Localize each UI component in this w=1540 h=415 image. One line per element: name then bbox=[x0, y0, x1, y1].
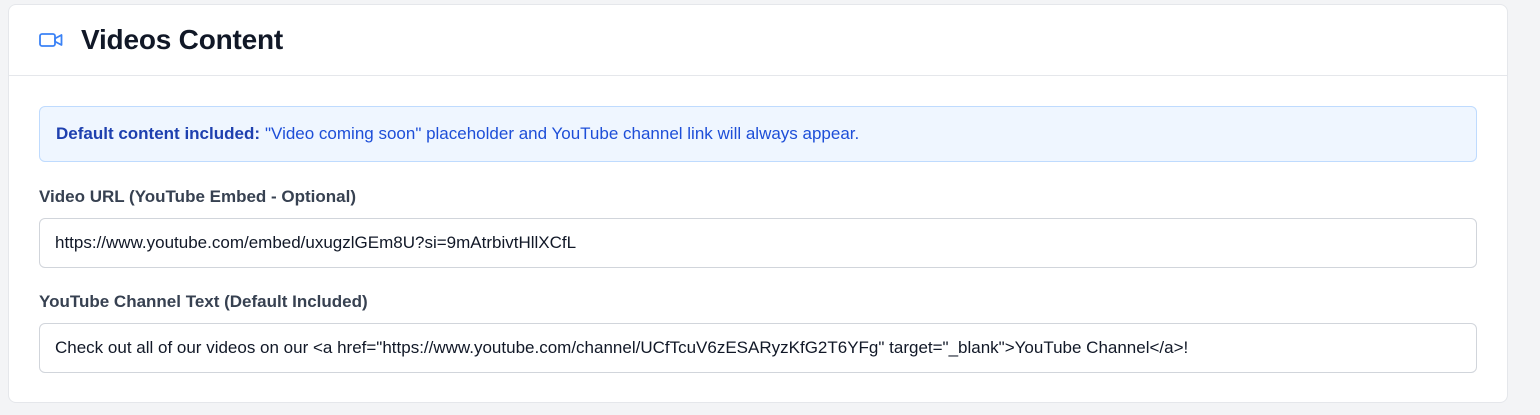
videos-content-card: Videos Content Default content included:… bbox=[8, 4, 1508, 403]
card-header: Videos Content bbox=[9, 5, 1507, 76]
card-body: Default content included: "Video coming … bbox=[9, 76, 1507, 373]
notice-text: "Video coming soon" placeholder and YouT… bbox=[265, 124, 860, 143]
video-camera-icon bbox=[39, 30, 65, 50]
default-content-notice: Default content included: "Video coming … bbox=[39, 106, 1477, 162]
notice-strong-text: Default content included: bbox=[56, 124, 260, 143]
card-title: Videos Content bbox=[81, 24, 284, 55]
video-url-label: Video URL (YouTube Embed - Optional) bbox=[39, 187, 357, 206]
channel-text-label: YouTube Channel Text (Default Included) bbox=[39, 292, 368, 311]
channel-text-input[interactable]: Check out all of our videos on our <a hr… bbox=[39, 323, 1477, 373]
video-url-input[interactable]: https://www.youtube.com/embed/uxugzlGEm8… bbox=[39, 218, 1477, 268]
